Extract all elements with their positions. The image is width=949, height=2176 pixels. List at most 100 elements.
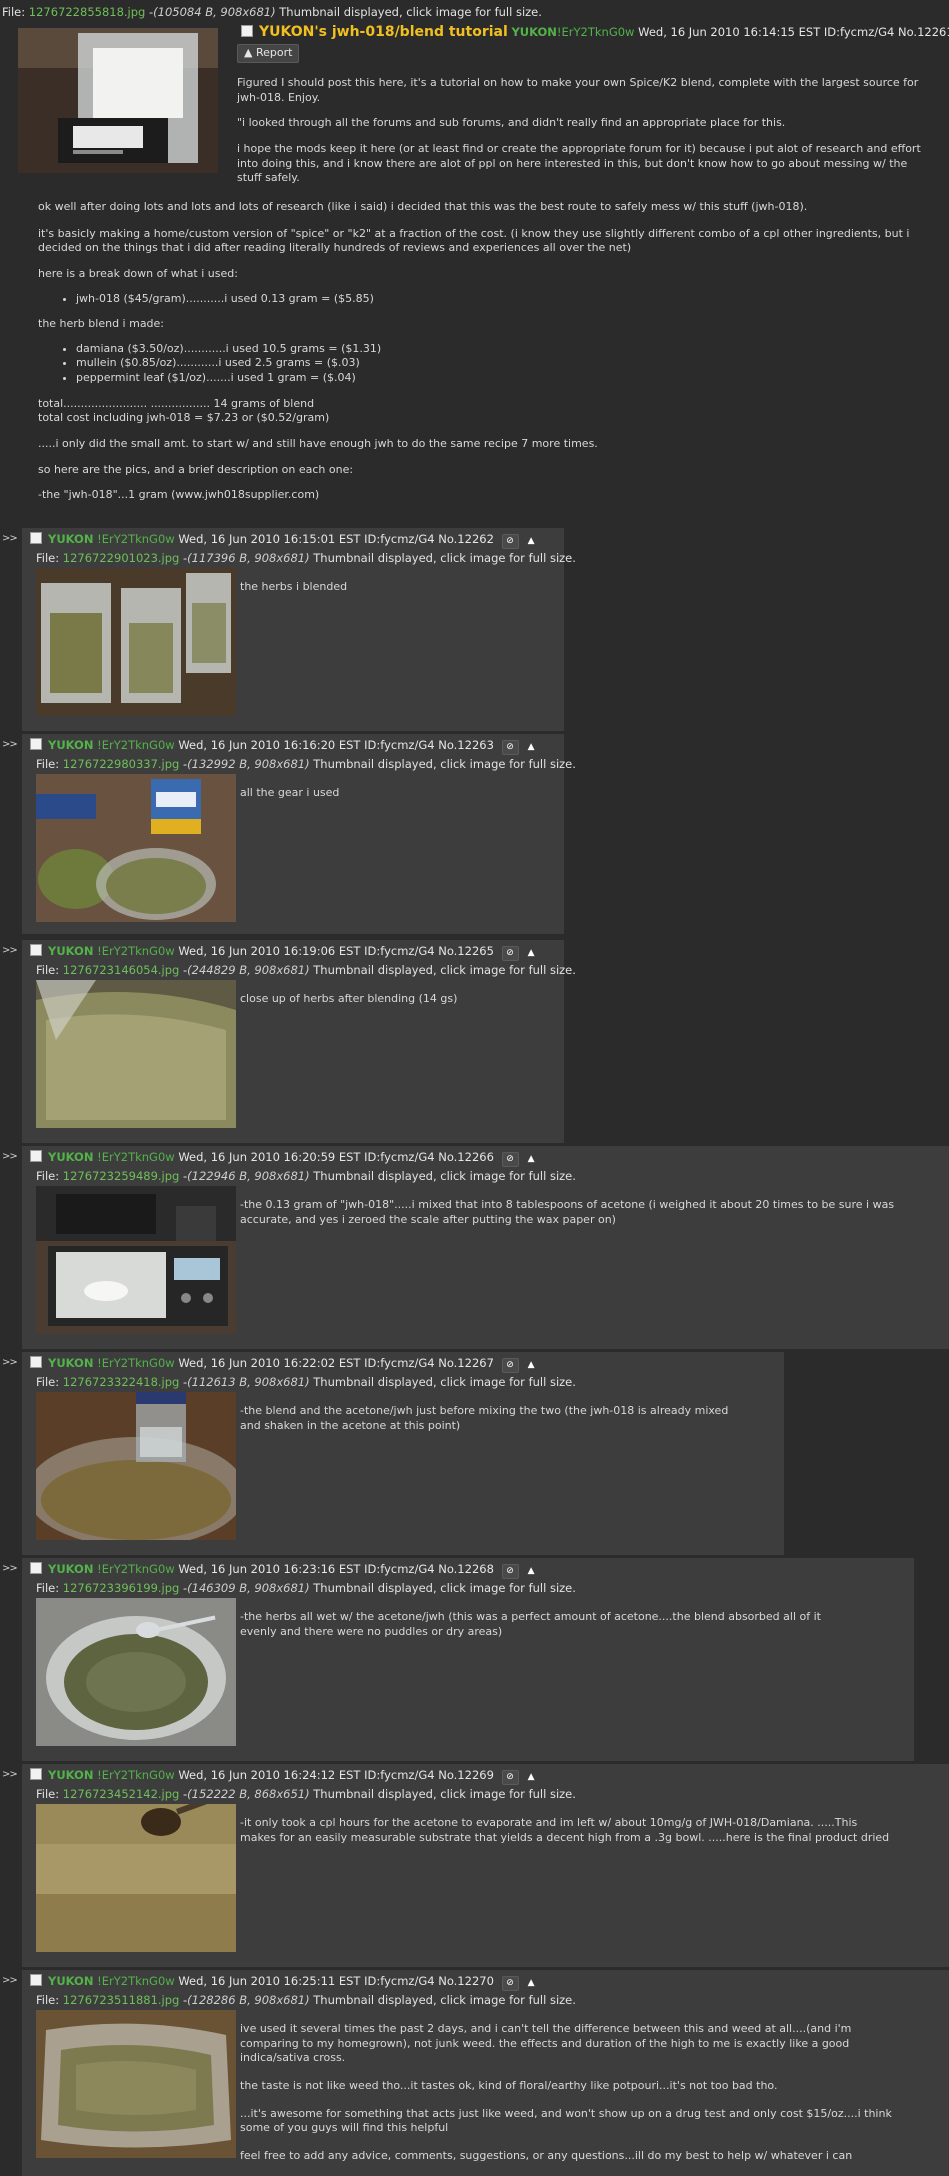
post-date: Wed, 16 Jun 2010 16:20:59 EST: [178, 1150, 361, 1164]
post-number[interactable]: No.12265: [438, 944, 494, 958]
hide-icon[interactable]: ⊘: [501, 534, 519, 549]
file-meta: (117396 B, 908x681): [187, 551, 310, 565]
poster-id: ID:fycmz/G4: [364, 1974, 435, 1988]
warning-icon[interactable]: ▲: [523, 1770, 540, 1785]
message-text: -it only took a cpl hours for the aceton…: [240, 1816, 890, 1844]
op-post-number[interactable]: No.12261: [898, 25, 949, 39]
reply-select-checkbox[interactable]: [30, 1562, 42, 1574]
file-link[interactable]: 1276723511881.jpg: [63, 1993, 180, 2007]
reply-thumbnail-image[interactable]: [36, 2010, 236, 2158]
report-button[interactable]: ▲ Report: [237, 44, 300, 63]
hide-icon[interactable]: ⊘: [501, 1564, 519, 1579]
thumb-note: Thumbnail displayed, click image for ful…: [313, 963, 576, 977]
reply-thumbnail-image[interactable]: [36, 1392, 236, 1540]
op-text: total cost including jwh-018 = $7.23 or …: [38, 411, 330, 425]
poster-name: YUKON: [48, 1562, 94, 1576]
op-file-meta: (105084 B, 908x681): [153, 5, 276, 19]
reply-post: YUKON !ErY2TknG0w Wed, 16 Jun 2010 16:24…: [22, 1764, 949, 1967]
reply-file-info: File: 1276723322418.jpg -(112613 B, 908x…: [36, 1375, 576, 1389]
warning-icon[interactable]: ▲: [523, 1152, 540, 1167]
post-number[interactable]: No.12266: [438, 1150, 494, 1164]
thumb-note: Thumbnail displayed, click image for ful…: [313, 1787, 576, 1801]
op-file-link[interactable]: 1276722855818.jpg: [29, 5, 146, 19]
hide-icon[interactable]: ⊘: [501, 1358, 519, 1373]
reply-arrow: >>: [2, 739, 18, 750]
file-meta: (152222 B, 868x651): [187, 1787, 310, 1801]
op-poster-name: YUKON: [511, 25, 557, 39]
op-header: YUKON's jwh-018/blend tutorial YUKON!ErY…: [241, 23, 949, 42]
post-number[interactable]: No.12269: [438, 1768, 494, 1782]
reply-header: YUKON !ErY2TknG0w Wed, 16 Jun 2010 16:20…: [30, 1150, 540, 1167]
file-link[interactable]: 1276722980337.jpg: [63, 757, 180, 771]
reply-thumbnail-image[interactable]: [36, 1598, 236, 1746]
reply-select-checkbox[interactable]: [30, 944, 42, 956]
reply-post: YUKON !ErY2TknG0w Wed, 16 Jun 2010 16:15…: [22, 528, 576, 731]
op-text: so here are the pics, and a brief descri…: [38, 462, 354, 476]
warning-icon[interactable]: ▲: [523, 740, 540, 755]
file-label: File:: [36, 1787, 60, 1801]
warning-icon[interactable]: ▲: [523, 1564, 540, 1579]
post-number[interactable]: No.12270: [438, 1974, 494, 1988]
reply-thumbnail-image[interactable]: [36, 774, 236, 922]
post-date: Wed, 16 Jun 2010 16:15:01 EST: [178, 532, 361, 546]
poster-id: ID:fycmz/G4: [364, 738, 435, 752]
post-number[interactable]: No.12263: [438, 738, 494, 752]
reply-select-checkbox[interactable]: [30, 1768, 42, 1780]
file-link[interactable]: 1276723146054.jpg: [63, 963, 180, 977]
reply-thumbnail-image[interactable]: [36, 1804, 236, 1952]
reply-thumbnail-image[interactable]: [36, 568, 236, 716]
report-label: Report: [255, 46, 293, 59]
op-text: the herb blend i made:: [38, 317, 165, 331]
list-item: damiana ($3.50/oz)............i used 10.…: [76, 342, 928, 357]
warning-icon[interactable]: ▲: [523, 1358, 540, 1373]
warning-icon[interactable]: ▲: [523, 946, 540, 961]
reply-select-checkbox[interactable]: [30, 1356, 42, 1368]
op-text: .....i only did the small amt. to start …: [38, 436, 598, 450]
post-date: Wed, 16 Jun 2010 16:24:12 EST: [178, 1768, 361, 1782]
reply-select-checkbox[interactable]: [30, 532, 42, 544]
reply-post: YUKON !ErY2TknG0w Wed, 16 Jun 2010 16:22…: [22, 1352, 784, 1555]
file-link[interactable]: 1276723259489.jpg: [63, 1169, 180, 1183]
reply-arrow: >>: [2, 533, 18, 544]
warning-icon[interactable]: ▲: [523, 534, 540, 549]
reply-select-checkbox[interactable]: [30, 1974, 42, 1986]
ingredients-list: jwh-018 ($45/gram)...........i used 0.13…: [38, 292, 928, 307]
op-date: Wed, 16 Jun 2010 16:14:15 EST: [638, 25, 821, 39]
reply-thumbnail-image[interactable]: [36, 980, 236, 1128]
reply-select-checkbox[interactable]: [30, 738, 42, 750]
hide-icon[interactable]: ⊘: [501, 1976, 519, 1991]
reply-select-checkbox[interactable]: [30, 1150, 42, 1162]
reply-message: -it only took a cpl hours for the aceton…: [240, 1816, 890, 1858]
file-link[interactable]: 1276722901023.jpg: [63, 551, 180, 565]
reply-message: all the gear i used: [240, 786, 550, 814]
warning-icon: ▲: [244, 46, 253, 59]
file-meta: (128286 B, 908x681): [187, 1993, 310, 2007]
file-meta: (146309 B, 908x681): [187, 1581, 310, 1595]
file-link[interactable]: 1276723396199.jpg: [63, 1581, 180, 1595]
op-thumbnail-image[interactable]: [18, 28, 218, 173]
op-text: total........................ ..........…: [38, 396, 315, 410]
hide-icon[interactable]: ⊘: [501, 1152, 519, 1167]
post-date: Wed, 16 Jun 2010 16:23:16 EST: [178, 1562, 361, 1576]
op-select-checkbox[interactable]: [241, 25, 253, 37]
file-link[interactable]: 1276723322418.jpg: [63, 1375, 180, 1389]
op-text: "i looked through all the forums and sub…: [237, 116, 786, 130]
op-text: ok well after doing lots and lots and lo…: [38, 200, 808, 213]
op-poster-id: ID:fycmz/G4: [823, 25, 895, 39]
warning-icon[interactable]: ▲: [523, 1976, 540, 1991]
post-number[interactable]: No.12262: [438, 532, 494, 546]
hide-icon[interactable]: ⊘: [501, 740, 519, 755]
reply-arrow: >>: [2, 1563, 18, 1574]
herb-list: damiana ($3.50/oz)............i used 10.…: [38, 342, 928, 386]
reply-arrow: >>: [2, 1769, 18, 1780]
poster-id: ID:fycmz/G4: [364, 944, 435, 958]
reply-header: YUKON !ErY2TknG0w Wed, 16 Jun 2010 16:15…: [30, 532, 540, 549]
file-link[interactable]: 1276723452142.jpg: [63, 1787, 180, 1801]
hide-icon[interactable]: ⊘: [501, 1770, 519, 1785]
file-label: File:: [36, 551, 60, 565]
message-text: -the herbs all wet w/ the acetone/jwh (t…: [240, 1610, 821, 1638]
hide-icon[interactable]: ⊘: [501, 946, 519, 961]
reply-thumbnail-image[interactable]: [36, 1186, 236, 1334]
post-number[interactable]: No.12268: [438, 1562, 494, 1576]
post-number[interactable]: No.12267: [438, 1356, 494, 1370]
